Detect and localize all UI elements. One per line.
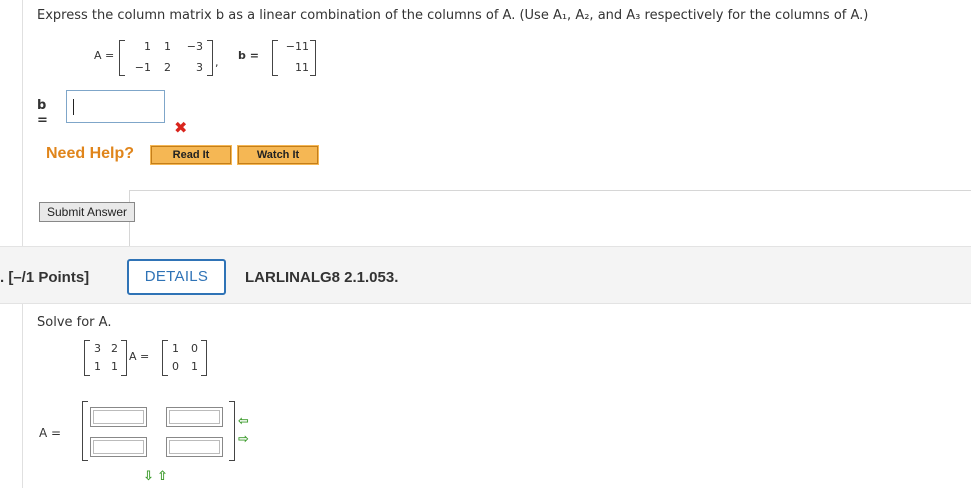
equation-middle: A = — [129, 350, 150, 363]
answer-b-input[interactable] — [66, 90, 165, 123]
left-matrix-cell: 1 — [111, 360, 118, 373]
right-matrix-cell: 1 — [172, 342, 179, 355]
answer-matrix-right-bracket — [229, 401, 235, 461]
matrix-a-cell: −3 — [186, 40, 203, 53]
answer-matrix-cell[interactable] — [90, 437, 147, 457]
matrix-b-cell: 11 — [295, 61, 309, 74]
add-row-arrow-icon[interactable]: ⇧ — [157, 470, 168, 483]
watch-it-button[interactable]: Watch It — [237, 145, 319, 165]
matrix-a-comma: , — [215, 56, 219, 69]
add-column-arrow-icon[interactable]: ⇨ — [238, 433, 249, 446]
remove-column-arrow-icon[interactable]: ⇦ — [238, 415, 249, 428]
answer-matrix-cell[interactable] — [166, 437, 223, 457]
right-matrix-cell: 0 — [191, 342, 198, 355]
answer-b-label: b = — [37, 98, 48, 128]
right-matrix-cell: 1 — [191, 360, 198, 373]
question-2-header: . [–/1 Points] DETAILS LARLINALG8 2.1.05… — [0, 246, 971, 304]
matrix-a-cell: 2 — [164, 61, 171, 74]
question-code: LARLINALG8 2.1.053. — [245, 269, 399, 286]
matrix-b-left-bracket — [272, 40, 278, 76]
matrix-a-cell: 1 — [144, 40, 151, 53]
answer-matrix-left-bracket — [82, 401, 88, 461]
right-matrix-right-bracket — [201, 340, 207, 376]
left-matrix-right-bracket — [121, 340, 127, 376]
question-2: Solve for A. 3 2 1 1 A = 1 0 0 1 A = ⇦ ⇨… — [22, 304, 971, 488]
question-1: Express the column matrix b as a linear … — [22, 0, 971, 246]
right-matrix-left-bracket — [162, 340, 168, 376]
answer-a-label: A = — [39, 426, 62, 440]
text-caret — [73, 99, 74, 115]
answer-matrix-cell[interactable] — [166, 407, 223, 427]
question-2-prompt: Solve for A. — [37, 315, 112, 330]
matrix-a-cell: −1 — [134, 61, 151, 74]
need-help-label: Need Help? — [46, 145, 135, 162]
matrix-a-cell: 3 — [196, 61, 203, 74]
left-matrix-cell: 2 — [111, 342, 118, 355]
read-it-button[interactable]: Read It — [150, 145, 232, 165]
left-matrix-cell: 1 — [94, 360, 101, 373]
details-button[interactable]: DETAILS — [127, 259, 226, 295]
matrix-b-cell: −11 — [285, 40, 309, 53]
right-matrix-cell: 0 — [172, 360, 179, 373]
x-mark-icon: ✖ — [174, 118, 188, 137]
divider — [129, 190, 971, 191]
answer-matrix-cell[interactable] — [90, 407, 147, 427]
question-points: . [–/1 Points] — [0, 269, 90, 286]
left-matrix-cell: 3 — [94, 342, 101, 355]
matrix-b-right-bracket — [310, 40, 316, 76]
submit-answer-button[interactable]: Submit Answer — [39, 202, 135, 222]
left-matrix-left-bracket — [84, 340, 90, 376]
matrix-b-label: b = — [238, 49, 259, 62]
matrix-a-right-bracket — [207, 40, 213, 76]
matrix-a-cell: 1 — [164, 40, 171, 53]
remove-row-arrow-icon[interactable]: ⇩ — [143, 470, 154, 483]
question-1-prompt: Express the column matrix b as a linear … — [37, 8, 869, 23]
matrix-a-left-bracket — [119, 40, 125, 76]
